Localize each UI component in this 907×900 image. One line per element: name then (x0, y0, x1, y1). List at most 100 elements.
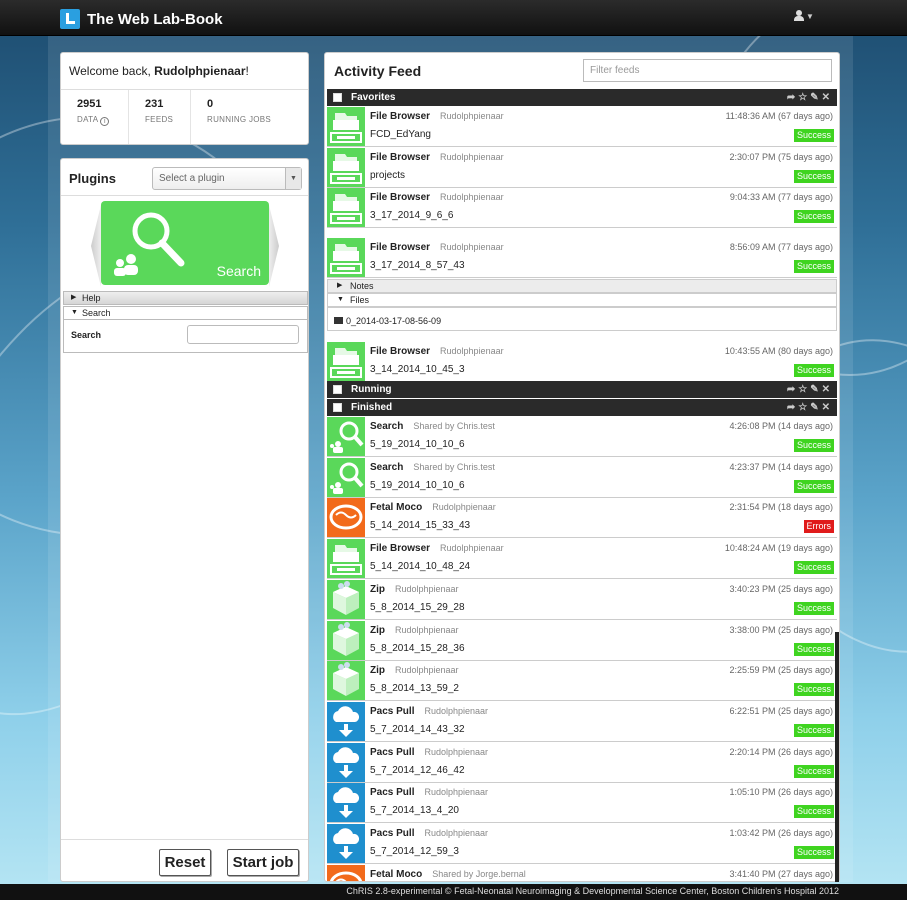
feed-row[interactable]: Search Shared by Chris.test 4:26:08 PM (14… (327, 417, 837, 457)
start-job-button[interactable]: Start job (227, 849, 299, 876)
feed-job-name[interactable]: 5_8_2014_15_28_36 (370, 643, 465, 654)
feed-row[interactable]: Zip Rudolphpienaar 3:38:00 PM (25 days ago… (327, 620, 837, 661)
feed-row[interactable]: File Browser Rudolphpienaar 2:30:07 PM (75… (327, 148, 837, 188)
feed-row[interactable]: Zip Rudolphpienaar 2:25:59 PM (25 days ago… (327, 661, 837, 702)
help-section-header[interactable]: ▶ Help (63, 291, 308, 305)
feed-job-name[interactable]: 3_14_2014_10_45_3 (370, 364, 465, 375)
box-icon (327, 661, 365, 701)
info-icon[interactable]: i (100, 117, 110, 126)
feed-job-name[interactable]: 5_7_2014_13_4_20 (370, 805, 459, 816)
stat-running-jobs[interactable]: 0 RUNNING JOBS (191, 90, 308, 144)
feed-plugin-name: File Browser Rudolphpienaar (370, 152, 504, 163)
feed-job-name[interactable]: 5_19_2014_10_10_6 (370, 439, 465, 450)
top-navbar: The Web Lab-Book ▼ (0, 0, 907, 36)
group-actions-icon[interactable]: ➦☆✎✕ (787, 399, 833, 416)
folder-icon (327, 188, 365, 227)
group-actions-icon[interactable]: ➦☆✎✕ (787, 381, 833, 398)
feed-timestamp: 2:25:59 PM (25 days ago) (729, 665, 833, 676)
carousel-next-arrow[interactable] (269, 205, 279, 287)
feed-plugin-name: Search Shared by Chris.test (370, 461, 495, 473)
feed-owner: Shared by Chris.test (413, 461, 495, 472)
app-logo[interactable] (60, 9, 80, 29)
folder-icon (327, 148, 365, 187)
caret-down-icon: ▼ (337, 296, 344, 303)
feed-plugin-name: File Browser Rudolphpienaar (370, 111, 504, 122)
select-checkbox[interactable] (333, 93, 342, 102)
caret-right-icon: ▶ (71, 294, 77, 301)
feed-row[interactable]: File Browser Rudolphpienaar 10:43:55 AM (8… (327, 342, 837, 382)
feed-owner: Rudolphpienaar (424, 787, 489, 798)
feed-owner: Rudolphpienaar (424, 746, 489, 757)
feed-job-name[interactable]: 3_17_2014_8_57_43 (370, 260, 465, 271)
user-menu[interactable]: ▼ (794, 9, 814, 24)
feed-row[interactable]: Pacs Pull Rudolphpienaar 1:03:42 PM (26 da… (327, 824, 837, 864)
feed-job-name[interactable]: 5_7_2014_12_59_3 (370, 846, 459, 857)
select-checkbox[interactable] (333, 403, 342, 412)
feed-job-name[interactable]: 5_19_2014_10_10_6 (370, 480, 465, 491)
feed-job-name[interactable]: FCD_EdYang (370, 129, 431, 140)
feed-plugin-name: Zip Rudolphpienaar (370, 665, 459, 677)
plugin-select[interactable]: Select a plugin ▼ (152, 167, 302, 190)
welcome-message: Welcome back, Rudolphpienaar! (69, 64, 249, 78)
feed-row[interactable]: File Browser Rudolphpienaar 9:04:33 AM (77… (327, 188, 837, 228)
feed-row[interactable]: Pacs Pull Rudolphpienaar 2:20:14 PM (26 da… (327, 742, 837, 783)
stat-feeds[interactable]: 231 FEEDS (129, 90, 191, 144)
feed-plugin-name: Fetal Moco Shared by Jorge.bernal (370, 868, 526, 880)
feed-scrollbar[interactable] (835, 632, 839, 882)
select-checkbox[interactable] (333, 385, 342, 394)
feed-timestamp: 3:38:00 PM (25 days ago) (729, 624, 833, 635)
app-title[interactable]: The Web Lab-Book (87, 11, 223, 28)
stat-data[interactable]: 2951 DATA i (61, 90, 129, 144)
status-badge: Success (793, 439, 834, 452)
search-icon (114, 212, 185, 276)
feed-job-name[interactable]: 5_7_2014_14_43_32 (370, 724, 465, 735)
search-section-header[interactable]: ▼ Search (63, 306, 308, 320)
file-entry[interactable]: 0_2014-03-17-08-56-09 (327, 307, 837, 331)
box-icon (327, 620, 365, 660)
group-finished[interactable]: Finished ➦☆✎✕ (327, 399, 837, 416)
feed-job-name[interactable]: 5_8_2014_15_29_28 (370, 602, 465, 613)
feed-plugin-name: File Browser Rudolphpienaar (370, 192, 504, 203)
feed-row[interactable]: Search Shared by Chris.test 4:23:37 PM (14… (327, 457, 837, 498)
feed-job-name[interactable]: 5_8_2014_13_59_2 (370, 683, 459, 694)
plugin-tile-search[interactable]: Search (101, 201, 269, 285)
feed-plugin-name: Pacs Pull Rudolphpienaar (370, 828, 489, 839)
feed-title: Activity Feed (334, 63, 422, 79)
files-toggle[interactable]: ▼ Files (327, 293, 837, 307)
feed-plugin-name: Zip Rudolphpienaar (370, 624, 459, 636)
feed-job-name[interactable]: projects (370, 170, 405, 181)
feed-plugin-name: Pacs Pull Rudolphpienaar (370, 705, 489, 717)
feed-row[interactable]: Pacs Pull Rudolphpienaar 6:22:51 PM (25 da… (327, 701, 837, 742)
feed-row[interactable]: Fetal Moco Rudolphpienaar 2:31:54 PM (18 d… (327, 498, 837, 539)
feed-job-name[interactable]: 5_14_2014_10_48_24 (370, 561, 470, 572)
feed-row[interactable]: Pacs Pull Rudolphpienaar 1:05:10 PM (26 da… (327, 783, 837, 824)
status-badge: Success (793, 805, 834, 819)
status-badge: Success (793, 170, 834, 183)
status-badge: Success (793, 601, 834, 615)
caret-down-icon: ▼ (71, 309, 78, 316)
feed-timestamp: 9:04:33 AM (77 days ago) (729, 192, 833, 202)
carousel-prev-arrow[interactable] (91, 205, 101, 287)
feed-row[interactable]: Fetal Moco Shared by Jorge.bernal 3:41:40 … (327, 864, 837, 881)
feed-job-name[interactable]: 5_7_2014_12_46_42 (370, 765, 465, 776)
feed-timestamp: 4:26:08 PM (14 days ago) (729, 421, 833, 431)
search-input[interactable] (187, 325, 299, 344)
feed-job-name[interactable]: 5_14_2014_15_33_43 (370, 520, 470, 531)
group-actions-icon[interactable]: ➦☆✎✕ (787, 89, 833, 106)
notes-toggle[interactable]: ▶ Notes (327, 279, 837, 293)
feed-row[interactable]: File Browser Rudolphpienaar 10:48:24 AM (1… (327, 539, 837, 580)
group-favorites[interactable]: Favorites ➦☆✎✕ (327, 89, 837, 106)
brain-icon (327, 864, 365, 881)
feed-owner: Rudolphpienaar (424, 705, 489, 716)
feed-timestamp: 1:05:10 PM (26 days ago) (729, 787, 833, 798)
feed-job-name[interactable]: 3_17_2014_9_6_6 (370, 210, 453, 221)
feed-timestamp: 2:31:54 PM (18 days ago) (729, 502, 833, 513)
reset-button[interactable]: Reset (159, 849, 211, 876)
filter-feeds-input[interactable]: Filter feeds (583, 59, 832, 82)
feed-row[interactable]: File Browser Rudolphpienaar 11:48:36 AM (6… (327, 107, 837, 147)
status-badge: Success (793, 479, 834, 493)
feed-row[interactable]: File Browser Rudolphpienaar 8:56:09 AM (77… (327, 238, 837, 278)
brain-icon (327, 498, 365, 538)
feed-row[interactable]: Zip Rudolphpienaar 3:40:23 PM (25 days ago… (327, 579, 837, 620)
group-running[interactable]: Running ➦☆✎✕ (327, 381, 837, 398)
